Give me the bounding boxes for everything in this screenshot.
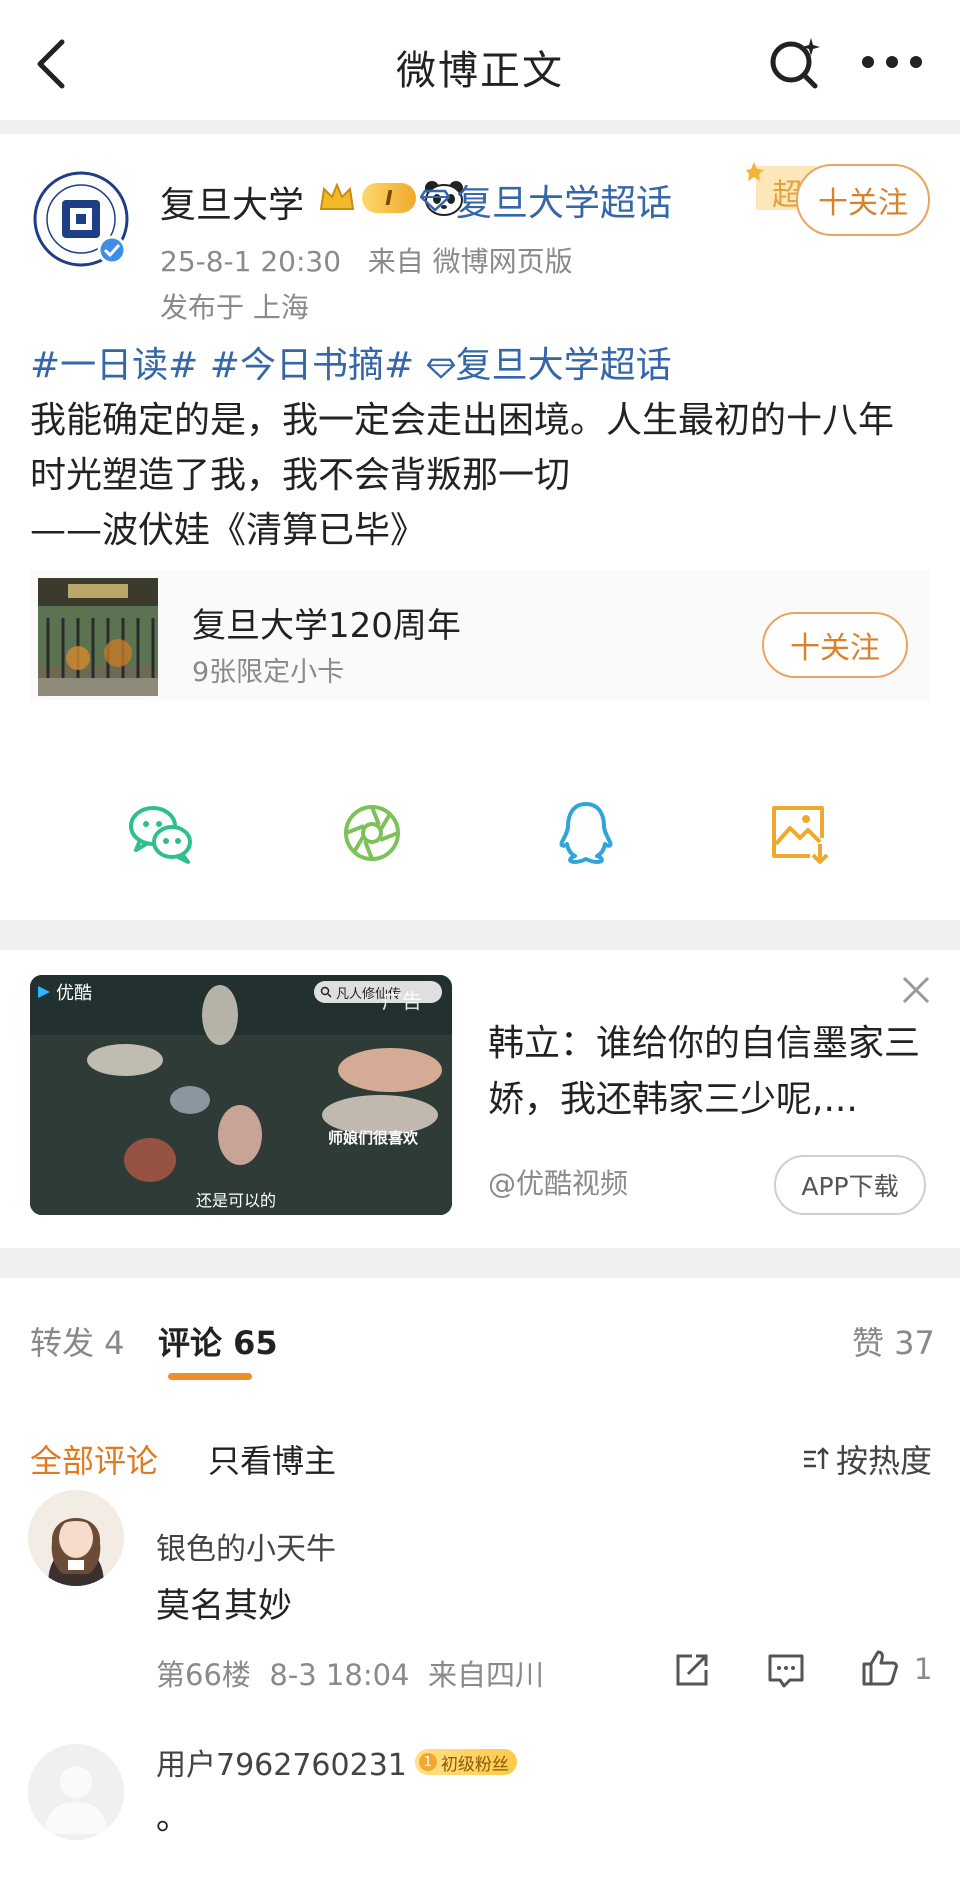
ad-brand: 优酷 (56, 983, 92, 1004)
filter-all-comments[interactable]: 全部评论 (30, 1436, 158, 1482)
ad-title[interactable]: 韩立：谁给你的自信墨家三娇，我还韩家三少呢,... (488, 1016, 928, 1128)
ad-video-thumbnail[interactable]: 优酷 凡人修仙传 广告 师娘们很喜欢 还是可以的 (30, 975, 452, 1215)
diamond-icon (420, 189, 450, 212)
card-follow-label: 十关注 (790, 631, 880, 666)
ad-brand-chip: 优酷 (36, 979, 92, 1005)
post-text-line: 时光塑造了我，我不会背叛那一切 (30, 455, 571, 496)
commenter-name[interactable]: 用户7962760231 (156, 1740, 407, 1784)
diamond-icon (426, 358, 455, 379)
app-download-button[interactable]: APP下载 (774, 1155, 926, 1215)
author-avatar[interactable] (32, 170, 130, 268)
comment-time: 8-3 18:04 (269, 1658, 410, 1692)
crown-icon (319, 182, 355, 210)
like-icon[interactable] (858, 1646, 902, 1690)
ad-source[interactable]: @优酷视频 (488, 1162, 628, 1202)
follow-label: 十关注 (818, 186, 908, 221)
active-tab-indicator (168, 1373, 252, 1380)
comment-region: 来自四川 (427, 1658, 544, 1692)
tab-comments[interactable]: 评论 65 (158, 1318, 278, 1364)
card-title: 复旦大学120周年 (192, 606, 461, 646)
super-topic-tag[interactable]: 复旦大学超话 (426, 345, 672, 386)
search-icon[interactable] (765, 32, 825, 92)
super-topic-link[interactable]: 复旦大学超话 (420, 174, 672, 226)
super-topic-tag-label: 复旦大学超话 (455, 345, 672, 386)
save-image-icon[interactable] (764, 798, 834, 868)
fan-level: 1 (418, 1753, 437, 1771)
vip-level-badge: I (362, 183, 416, 213)
hashtag[interactable]: #今日书摘# (210, 345, 414, 386)
ad-subtitle: 还是可以的 (196, 1191, 277, 1210)
author-name[interactable]: 复旦大学 (160, 176, 304, 228)
wechat-icon[interactable] (126, 798, 196, 868)
post-tags-line: #一日读# #今日书摘# 复旦大学超话 (30, 338, 930, 393)
card-follow-button[interactable]: 十关注 (762, 612, 908, 678)
comment-text: 。 (156, 1798, 190, 1838)
tab-likes[interactable]: 赞 37 (852, 1318, 935, 1364)
app-download-label: APP下载 (801, 1172, 899, 1201)
ad-search-chip: 凡人修仙传 (314, 981, 442, 1003)
filter-author-only[interactable]: 只看博主 (208, 1436, 336, 1482)
sort-icon (804, 1447, 829, 1469)
post-source: 来自 微博网页版 (367, 245, 573, 278)
reply-icon[interactable] (764, 1648, 808, 1692)
super-topic-label: 复旦大学超话 (456, 183, 673, 224)
vip-level-text: I (385, 186, 393, 210)
more-options-icon[interactable] (860, 54, 924, 70)
section-divider (0, 1248, 960, 1278)
comment-text: 莫名其妙 (156, 1586, 292, 1626)
hashtag[interactable]: #一日读# (30, 345, 198, 386)
commenter-name[interactable]: 银色的小天牛 (156, 1524, 336, 1568)
commenter-avatar[interactable] (28, 1744, 124, 1840)
commenter-avatar[interactable] (28, 1490, 124, 1586)
post-text-line: 我能确定的是，我一定会走出困境。人生最初的十八年 (30, 400, 895, 441)
comment-meta: 第66楼 8-3 18:04 来自四川 (156, 1652, 544, 1694)
post-time: 25-8-1 20:30 (160, 245, 342, 278)
sort-label: 按热度 (836, 1442, 933, 1480)
commenter-name-row: 用户7962760231 1 初级粉丝 (156, 1740, 517, 1784)
moments-icon[interactable] (337, 798, 407, 868)
youku-logo-icon (38, 986, 50, 998)
card-subtitle: 9张限定小卡 (192, 657, 345, 688)
post-meta: 25-8-1 20:30 来自 微博网页版 (160, 240, 573, 280)
section-divider (0, 920, 960, 950)
search-icon (320, 986, 332, 998)
ad-tag: 广告 (382, 989, 422, 1013)
comment-floor: 第66楼 (156, 1658, 251, 1692)
post-content: #一日读# #今日书摘# 复旦大学超话 我能确定的是，我一定会走出困境。人生最初… (30, 338, 930, 558)
post-location: 发布于 上海 (160, 291, 309, 324)
post-text-line: ——波伏娃《清算已毕》 (30, 510, 427, 551)
sort-by-hot[interactable]: 按热度 (802, 1436, 932, 1482)
nav-divider (0, 120, 960, 134)
ad-caption: 师娘们很喜欢 (328, 1129, 419, 1147)
qq-icon[interactable] (551, 798, 621, 868)
fan-badge: 1 初级粉丝 (414, 1749, 517, 1775)
card-thumbnail (38, 578, 158, 696)
like-count: 1 (914, 1652, 933, 1686)
close-icon[interactable] (898, 972, 934, 1008)
follow-button[interactable]: 十关注 (796, 164, 930, 236)
tab-repost[interactable]: 转发 4 (30, 1318, 125, 1364)
share-icon[interactable] (670, 1648, 714, 1692)
fan-badge-label: 初级粉丝 (440, 1754, 509, 1775)
